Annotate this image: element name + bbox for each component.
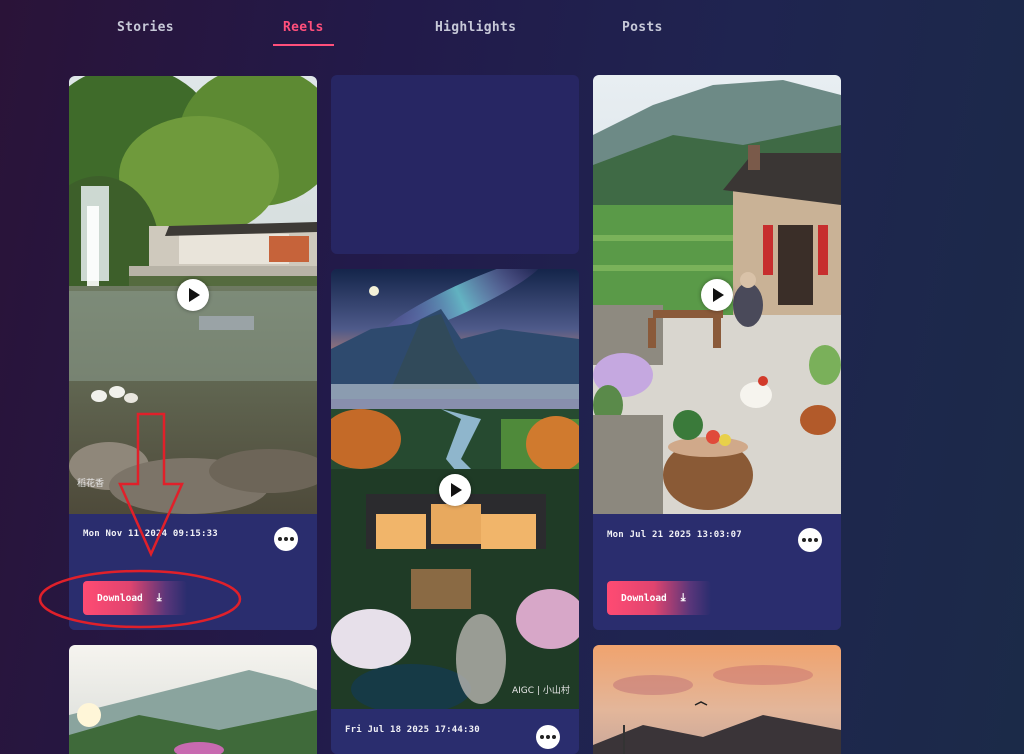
reel-thumbnail[interactable]: AIGC | 小山村	[331, 269, 579, 709]
more-icon[interactable]	[274, 527, 298, 551]
annotation-overlay	[38, 412, 242, 629]
tab-stories[interactable]: Stories	[117, 20, 174, 35]
more-icon[interactable]	[536, 725, 560, 749]
reel-date: Mon Jul 21 2025 13:03:07	[607, 530, 742, 540]
mountain-sunrise-image	[69, 645, 317, 754]
more-icon[interactable]	[798, 528, 822, 552]
reel-card[interactable]: Mon Jul 21 2025 13:03:07 Download ⤓	[593, 75, 841, 630]
tab-reels[interactable]: Reels	[273, 20, 334, 46]
reel-info: Mon Jul 21 2025 13:03:07 Download ⤓	[593, 514, 841, 630]
red-ellipse-annotation	[38, 569, 242, 629]
reel-date: Fri Jul 18 2025 17:44:30	[345, 725, 480, 735]
tab-posts[interactable]: Posts	[622, 20, 663, 35]
play-icon[interactable]	[439, 474, 471, 506]
reel-card[interactable]	[593, 645, 841, 754]
play-icon[interactable]	[701, 279, 733, 311]
download-button[interactable]: Download ⤓	[607, 581, 711, 615]
download-icon: ⤓	[680, 591, 686, 604]
reel-card-placeholder[interactable]	[331, 75, 579, 254]
tab-bar: Stories Reels Highlights Posts	[0, 0, 1024, 60]
play-icon[interactable]	[177, 279, 209, 311]
red-arrow-annotation	[118, 412, 184, 558]
reel-card[interactable]	[69, 645, 317, 754]
watermark: AIGC | 小山村	[512, 686, 570, 696]
reel-info: Fri Jul 18 2025 17:44:30	[331, 709, 579, 754]
reel-thumbnail[interactable]	[593, 75, 841, 514]
download-label: Download	[621, 592, 667, 604]
reel-card[interactable]: AIGC | 小山村 Fri Jul 18 2025 17:44:30	[331, 269, 579, 754]
sunset-village-image	[593, 645, 841, 754]
tab-highlights[interactable]: Highlights	[435, 20, 516, 35]
